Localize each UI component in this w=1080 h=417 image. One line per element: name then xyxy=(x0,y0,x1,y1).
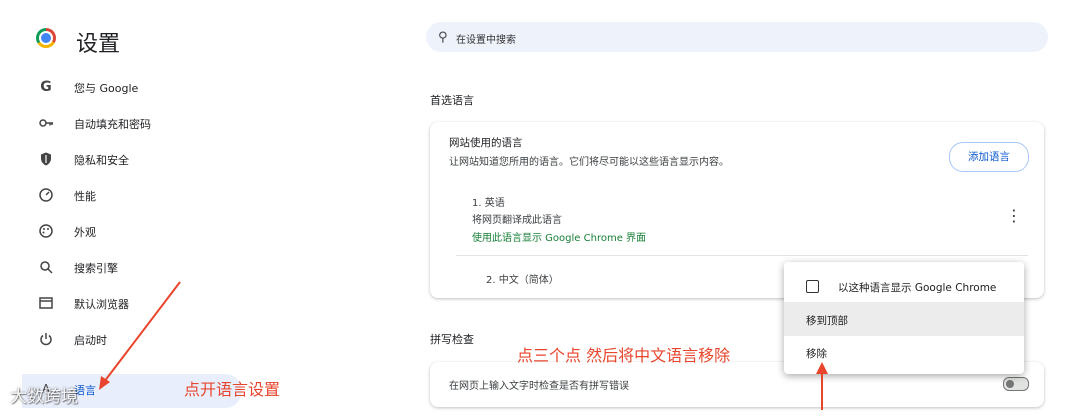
arrow-line-left xyxy=(103,281,181,383)
watermark: 大数跨境 xyxy=(10,387,78,407)
annotation-remove-chinese: 点三个点 然后将中文语言移除 xyxy=(517,346,731,365)
arrowhead-left xyxy=(99,376,110,390)
arrowhead-right xyxy=(816,362,828,374)
annotation-open-language-settings: 点开语言设置 xyxy=(184,380,281,399)
